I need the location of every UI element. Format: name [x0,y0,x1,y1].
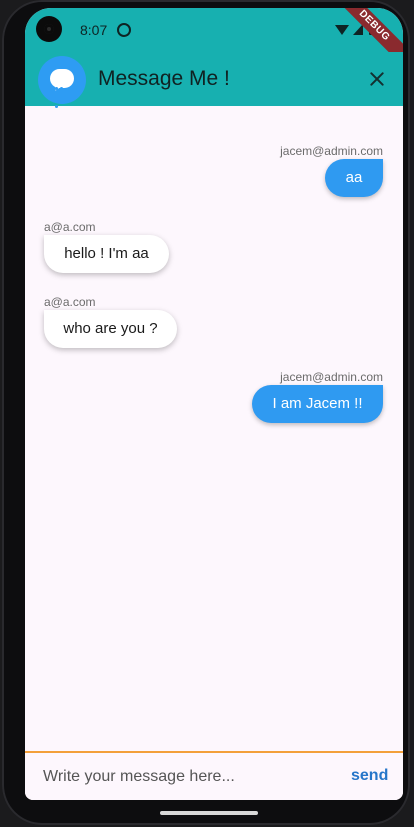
app-screen: 8:07 DEBUG Message Me ! jacem@admin.com … [25,8,403,800]
message-input[interactable] [43,765,333,789]
message-bubble: who are you ? [44,310,177,348]
message-bubble: I am Jacem !! [252,385,383,423]
camera-icon [36,16,62,42]
message-sender: a@a.com [44,220,96,234]
message-item: jacem@admin.com [225,370,383,384]
status-time: 8:07 [80,22,108,38]
home-indicator[interactable] [160,811,258,815]
message-bubble: aa [325,159,383,197]
chat-logo-icon [38,56,86,108]
message-item: a@a.com [44,295,194,309]
app-bar: Message Me ! [25,52,403,108]
message-list[interactable]: jacem@admin.com aa a@a.com hello ! I'm a… [25,106,403,751]
message-sender: a@a.com [44,295,96,309]
message-bubble: hello ! I'm aa [44,235,169,273]
message-sender: jacem@admin.com [280,144,383,158]
phone-frame: 8:07 DEBUG Message Me ! jacem@admin.com … [2,0,410,825]
page-title: Message Me ! [98,67,230,90]
message-sender: jacem@admin.com [280,370,383,384]
message-item: jacem@admin.com [225,144,383,158]
message-item: a@a.com [44,220,194,234]
message-composer: send [25,751,403,800]
close-icon[interactable] [367,69,387,89]
status-bar: 8:07 DEBUG [25,8,403,71]
wifi-icon [335,25,349,35]
notification-icon [117,23,131,37]
send-button[interactable]: send [351,767,388,785]
